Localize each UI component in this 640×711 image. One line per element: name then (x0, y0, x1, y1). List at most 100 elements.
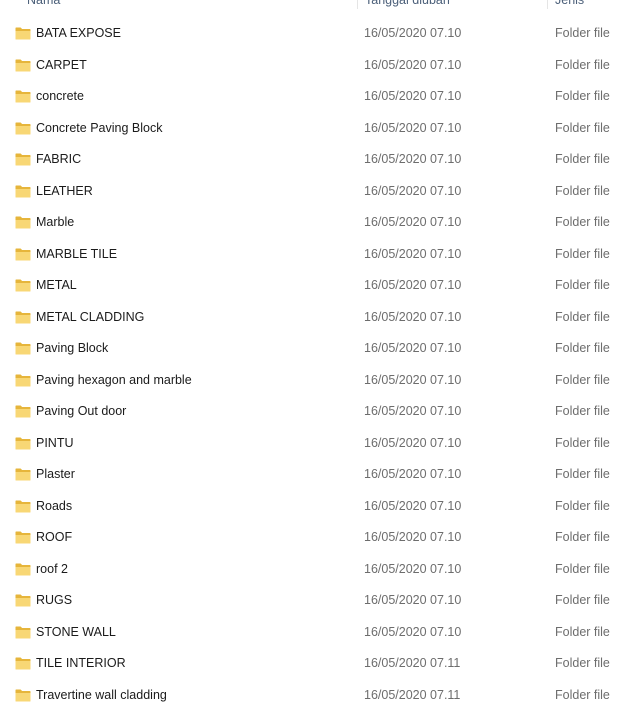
file-name: Travertine wall cladding (36, 680, 167, 711)
folder-icon (15, 689, 31, 702)
file-list: BATA EXPOSE 16/05/2020 07.10 Folder file… (0, 18, 640, 711)
file-row[interactable]: BATA EXPOSE 16/05/2020 07.10 Folder file (0, 18, 640, 50)
file-name: ROOF (36, 522, 72, 554)
file-type: Folder file (555, 617, 610, 649)
file-type: Folder file (555, 491, 610, 523)
folder-icon (15, 153, 31, 166)
column-header-name[interactable]: Nama (27, 0, 60, 9)
column-header-type[interactable]: Jenis (555, 0, 584, 9)
file-type: Folder file (555, 18, 610, 50)
file-type: Folder file (555, 428, 610, 460)
column-header-date[interactable]: Tanggal diubah (365, 0, 450, 9)
file-row[interactable]: Concrete Paving Block 16/05/2020 07.10 F… (0, 113, 640, 145)
file-date-modified: 16/05/2020 07.10 (364, 270, 461, 302)
file-row[interactable]: Paving hexagon and marble 16/05/2020 07.… (0, 365, 640, 397)
file-row[interactable]: roof 2 16/05/2020 07.10 Folder file (0, 554, 640, 586)
column-header: Nama Tanggal diubah Jenis (0, 0, 640, 9)
file-name: LEATHER (36, 176, 93, 208)
file-date-modified: 16/05/2020 07.10 (364, 554, 461, 586)
file-type: Folder file (555, 50, 610, 82)
file-type: Folder file (555, 585, 610, 617)
file-row[interactable]: PINTU 16/05/2020 07.10 Folder file (0, 428, 640, 460)
file-type: Folder file (555, 302, 610, 334)
file-name: METAL CLADDING (36, 302, 144, 334)
folder-icon (15, 216, 31, 229)
file-date-modified: 16/05/2020 07.10 (364, 144, 461, 176)
file-name: Marble (36, 207, 74, 239)
file-row[interactable]: TILE INTERIOR 16/05/2020 07.11 Folder fi… (0, 648, 640, 680)
folder-icon (15, 27, 31, 40)
file-row[interactable]: FABRIC 16/05/2020 07.10 Folder file (0, 144, 640, 176)
file-type: Folder file (555, 113, 610, 145)
folder-icon (15, 468, 31, 481)
file-date-modified: 16/05/2020 07.10 (364, 428, 461, 460)
file-date-modified: 16/05/2020 07.10 (364, 207, 461, 239)
folder-icon (15, 437, 31, 450)
file-name: Paving Out door (36, 396, 126, 428)
file-row[interactable]: ROOF 16/05/2020 07.10 Folder file (0, 522, 640, 554)
folder-icon (15, 374, 31, 387)
file-name: Paving hexagon and marble (36, 365, 192, 397)
file-date-modified: 16/05/2020 07.10 (364, 239, 461, 271)
file-name: RUGS (36, 585, 72, 617)
file-date-modified: 16/05/2020 07.10 (364, 522, 461, 554)
file-date-modified: 16/05/2020 07.10 (364, 302, 461, 334)
file-row[interactable]: concrete 16/05/2020 07.10 Folder file (0, 81, 640, 113)
file-date-modified: 16/05/2020 07.10 (364, 491, 461, 523)
file-type: Folder file (555, 648, 610, 680)
file-date-modified: 16/05/2020 07.10 (364, 333, 461, 365)
file-date-modified: 16/05/2020 07.10 (364, 365, 461, 397)
file-date-modified: 16/05/2020 07.10 (364, 176, 461, 208)
folder-icon (15, 405, 31, 418)
file-type: Folder file (555, 396, 610, 428)
file-row[interactable]: Paving Out door 16/05/2020 07.10 Folder … (0, 396, 640, 428)
folder-icon (15, 657, 31, 670)
file-row[interactable]: METAL 16/05/2020 07.10 Folder file (0, 270, 640, 302)
file-type: Folder file (555, 459, 610, 491)
folder-icon (15, 248, 31, 261)
file-name: Paving Block (36, 333, 108, 365)
file-row[interactable]: CARPET 16/05/2020 07.10 Folder file (0, 50, 640, 82)
folder-icon (15, 59, 31, 72)
folder-icon (15, 594, 31, 607)
file-date-modified: 16/05/2020 07.10 (364, 585, 461, 617)
folder-icon (15, 311, 31, 324)
file-date-modified: 16/05/2020 07.10 (364, 50, 461, 82)
file-name: PINTU (36, 428, 74, 460)
file-row[interactable]: MARBLE TILE 16/05/2020 07.10 Folder file (0, 239, 640, 271)
folder-icon (15, 122, 31, 135)
file-row[interactable]: Travertine wall cladding 16/05/2020 07.1… (0, 680, 640, 711)
file-name: CARPET (36, 50, 87, 82)
file-row[interactable]: METAL CLADDING 16/05/2020 07.10 Folder f… (0, 302, 640, 334)
folder-icon (15, 185, 31, 198)
file-name: MARBLE TILE (36, 239, 117, 271)
file-type: Folder file (555, 522, 610, 554)
file-date-modified: 16/05/2020 07.10 (364, 113, 461, 145)
file-type: Folder file (555, 333, 610, 365)
file-name: STONE WALL (36, 617, 116, 649)
file-row[interactable]: STONE WALL 16/05/2020 07.10 Folder file (0, 617, 640, 649)
folder-icon (15, 90, 31, 103)
file-date-modified: 16/05/2020 07.10 (364, 459, 461, 491)
file-row[interactable]: Roads 16/05/2020 07.10 Folder file (0, 491, 640, 523)
folder-icon (15, 531, 31, 544)
file-row[interactable]: Paving Block 16/05/2020 07.10 Folder fil… (0, 333, 640, 365)
file-name: Roads (36, 491, 72, 523)
column-divider[interactable] (357, 0, 358, 9)
file-name: roof 2 (36, 554, 68, 586)
file-date-modified: 16/05/2020 07.10 (364, 81, 461, 113)
file-name: BATA EXPOSE (36, 18, 121, 50)
folder-icon (15, 500, 31, 513)
column-divider[interactable] (547, 0, 548, 9)
file-type: Folder file (555, 239, 610, 271)
file-row[interactable]: Marble 16/05/2020 07.10 Folder file (0, 207, 640, 239)
file-row[interactable]: Plaster 16/05/2020 07.10 Folder file (0, 459, 640, 491)
folder-icon (15, 563, 31, 576)
file-type: Folder file (555, 207, 610, 239)
file-row[interactable]: LEATHER 16/05/2020 07.10 Folder file (0, 176, 640, 208)
file-date-modified: 16/05/2020 07.11 (364, 648, 460, 680)
file-date-modified: 16/05/2020 07.10 (364, 396, 461, 428)
file-name: TILE INTERIOR (36, 648, 126, 680)
file-row[interactable]: RUGS 16/05/2020 07.10 Folder file (0, 585, 640, 617)
file-type: Folder file (555, 270, 610, 302)
